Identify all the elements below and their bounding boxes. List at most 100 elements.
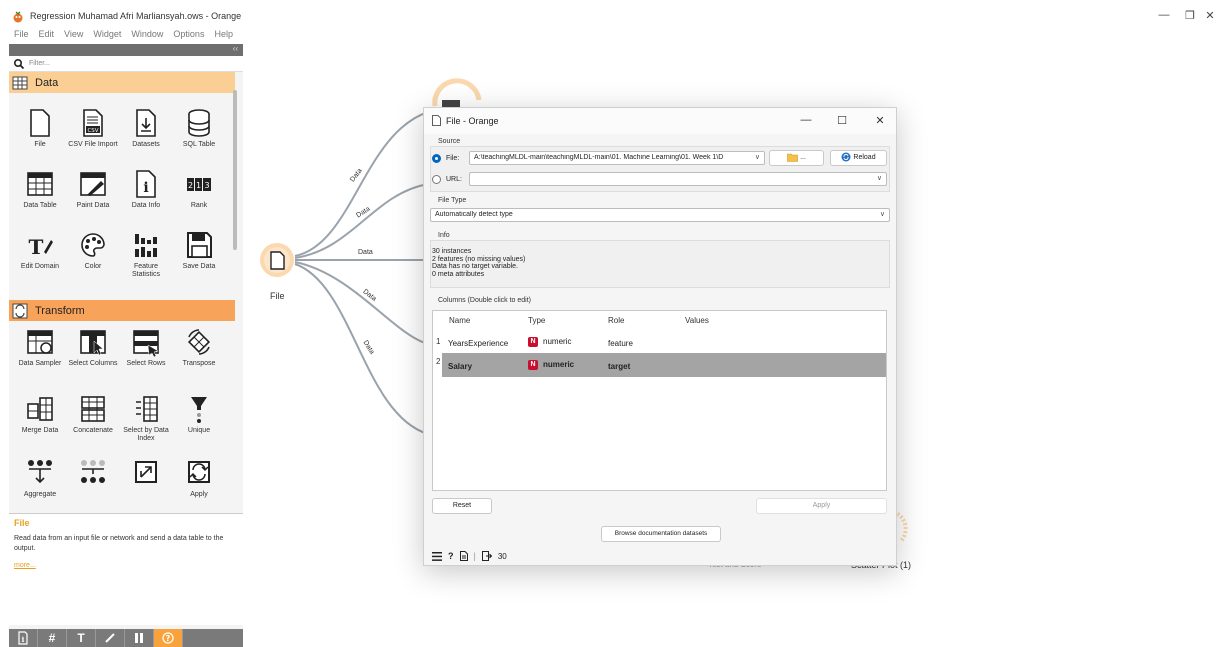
file-icon — [432, 115, 441, 126]
file-path-combo[interactable]: A:\teachingMLDL-main\teachingMLDL-main\0… — [469, 151, 765, 165]
file-radio-label: File: — [446, 155, 460, 162]
info-meta: 0 meta attributes — [432, 270, 485, 278]
widget-aggregate[interactable]: Aggregate — [15, 458, 65, 499]
widget-feature-statistics[interactable]: Feature Statistics — [121, 230, 171, 279]
dialog-title-bar[interactable]: File - Orange — ☐ ✕ — [424, 108, 896, 134]
pause-button[interactable] — [125, 629, 154, 647]
widget-select-by-index[interactable]: Select by Data Index — [121, 394, 171, 443]
close-button[interactable]: ✕ — [1200, 9, 1220, 22]
file-type-combo[interactable]: Automatically detect type ∨ — [430, 208, 890, 222]
dialog-close-button[interactable]: ✕ — [871, 114, 889, 127]
widget-concatenate[interactable]: Concatenate — [68, 394, 118, 435]
info-toolbar-button[interactable]: i — [9, 629, 38, 647]
widget-unique[interactable]: Unique — [174, 394, 224, 435]
toolbox-scrollbar[interactable] — [233, 90, 237, 250]
grid-toolbar-button[interactable]: # — [38, 629, 67, 647]
widget-select-columns[interactable]: Select Columns — [68, 327, 118, 368]
dialog-maximize-button[interactable]: ☐ — [833, 114, 851, 127]
dialog-minimize-button[interactable]: — — [797, 114, 815, 126]
paint-icon — [80, 172, 106, 196]
filter-box[interactable]: Filter... — [9, 56, 243, 72]
row-name: YearsExperience — [448, 339, 509, 348]
menu-file[interactable]: File — [14, 29, 29, 43]
filter-input[interactable]: Filter... — [29, 60, 50, 67]
hidden-node-top[interactable] — [432, 78, 482, 108]
svg-text:1: 1 — [196, 181, 201, 190]
restore-button[interactable]: ❐ — [1180, 9, 1200, 22]
menu-help[interactable]: Help — [214, 29, 233, 43]
pen-icon — [105, 633, 115, 643]
apply-button[interactable]: Apply — [756, 498, 887, 514]
source-group-label: Source — [438, 138, 461, 145]
select-columns-icon — [80, 330, 106, 356]
widget-color[interactable]: Color — [68, 230, 118, 271]
svg-text:i: i — [22, 635, 25, 644]
minimize-button[interactable]: — — [1154, 9, 1174, 21]
menu-edit[interactable]: Edit — [39, 29, 55, 43]
reset-button[interactable]: Reset — [432, 498, 492, 514]
row-type: Nnumeric — [528, 337, 571, 347]
file-radio[interactable] — [432, 154, 441, 163]
dialog-title: File - Orange — [446, 116, 499, 126]
widget-save-data[interactable]: Save Data — [174, 230, 224, 271]
info-features: 2 features (no missing values) — [432, 255, 526, 263]
file-node[interactable] — [260, 243, 294, 277]
url-combo[interactable]: ∨ — [469, 172, 887, 186]
widget-rank[interactable]: 213 Rank — [174, 169, 224, 210]
menu-icon[interactable] — [432, 551, 442, 561]
row-role: target — [608, 362, 631, 371]
group-by-icon — [81, 460, 105, 483]
widget-data-info[interactable]: i Data Info — [121, 169, 171, 210]
sampler-icon — [27, 330, 53, 354]
category-data-label: Data — [35, 76, 59, 89]
browse-documentation-button[interactable]: Browse documentation datasets — [601, 526, 721, 542]
menu-window[interactable]: Window — [131, 29, 163, 43]
collapse-toolbox-button[interactable]: ‹‹ — [233, 44, 238, 53]
menu-view[interactable]: View — [64, 29, 83, 43]
widget-merge-data[interactable]: Merge Data — [15, 394, 65, 435]
widget-sql-table[interactable]: SQL Table — [174, 108, 224, 149]
chevron-down-icon: ∨ — [879, 211, 885, 218]
file-dialog: File - Orange — ☐ ✕ Source File: A:\teac… — [423, 107, 897, 566]
output-arrow-icon — [481, 551, 492, 561]
widget-select-rows[interactable]: Select Rows — [121, 327, 171, 368]
widget-data-sampler[interactable]: Data Sampler — [15, 327, 65, 368]
category-data[interactable]: Data — [9, 72, 235, 93]
widget-transpose[interactable]: Transpose — [174, 327, 224, 368]
window-title: Regression Muhamad Afri Marliansyah.ows … — [30, 11, 242, 21]
menu-options[interactable]: Options — [173, 29, 204, 43]
link-label-3: Data — [358, 249, 373, 256]
widget-paint-data[interactable]: Paint Data — [68, 169, 118, 210]
canvas-tools-toolbar: i # T ? — [9, 629, 243, 647]
browse-file-button[interactable]: ... — [769, 150, 824, 166]
link-path-5 — [294, 263, 429, 435]
search-icon — [13, 58, 25, 70]
widget-edit-domain[interactable]: T Edit Domain — [15, 230, 65, 271]
column-header-values[interactable]: Values — [685, 316, 709, 325]
columns-table[interactable]: Name Type Role Values 1 YearsExperience … — [432, 310, 887, 491]
widget-group-by[interactable] — [68, 458, 118, 491]
widget-apply[interactable]: Apply — [174, 458, 224, 499]
statistics-icon — [135, 234, 157, 257]
widget-file[interactable]: File — [15, 108, 65, 149]
category-transform[interactable]: Transform — [9, 300, 235, 321]
url-radio[interactable] — [432, 175, 441, 184]
arrow-annotation-button[interactable] — [96, 629, 125, 647]
widget-datasets[interactable]: Datasets — [121, 108, 171, 149]
widget-csv-import[interactable]: CSV CSV File Import — [68, 108, 118, 149]
document-info-icon: i — [18, 631, 28, 645]
text-annotation-button[interactable]: T — [67, 629, 96, 647]
column-header-type[interactable]: Type — [528, 316, 545, 325]
help-icon[interactable]: ? — [448, 551, 454, 561]
row-type: Nnumeric — [528, 360, 574, 370]
reload-button[interactable]: Reload — [830, 150, 887, 166]
row-number: 1 — [436, 337, 441, 346]
description-more-link[interactable]: more... — [14, 562, 238, 569]
help-button[interactable]: ? — [154, 629, 183, 647]
report-icon[interactable] — [459, 551, 468, 561]
menu-widget[interactable]: Widget — [93, 29, 121, 43]
column-header-name[interactable]: Name — [449, 316, 470, 325]
widget-pivot-table[interactable] — [121, 458, 171, 491]
column-header-role[interactable]: Role — [608, 316, 624, 325]
widget-data-table[interactable]: Data Table — [15, 169, 65, 210]
